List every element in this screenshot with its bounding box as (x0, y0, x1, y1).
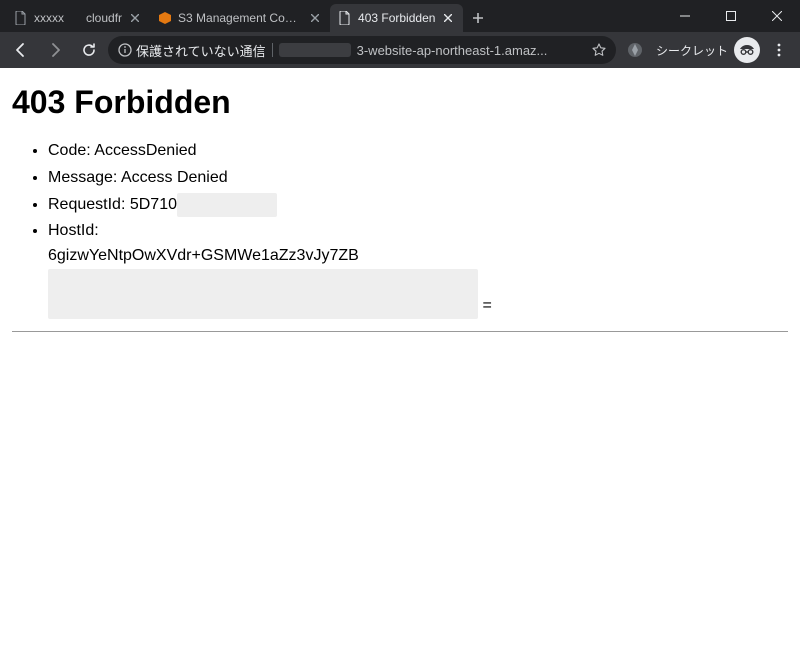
code-label: Code: (48, 142, 91, 159)
back-button[interactable] (6, 35, 36, 65)
requestid-redacted: XXXXXXXXXXXX (177, 193, 277, 218)
tab-label-redacted: xxxxx (34, 11, 80, 25)
page-content: 403 Forbidden Code: AccessDenied Message… (0, 68, 800, 650)
hostid-trailing: = (482, 297, 491, 314)
tab-2[interactable]: S3 Management Conso (150, 4, 330, 32)
close-icon[interactable] (308, 11, 322, 25)
bookmark-star-icon[interactable] (592, 43, 606, 57)
file-icon (14, 11, 28, 25)
tab-label: cloudfr (86, 11, 122, 25)
url-redacted: xxxxxxxxx (279, 43, 351, 57)
browser-window: xxxxx cloudfr S3 Management Conso (0, 0, 800, 650)
tab-3-active[interactable]: 403 Forbidden (330, 4, 463, 32)
maximize-button[interactable] (708, 0, 754, 32)
close-icon[interactable] (441, 11, 455, 25)
info-icon (118, 43, 132, 57)
close-window-button[interactable] (754, 0, 800, 32)
not-secure-label: 保護されていない通信 (136, 41, 266, 60)
reload-button[interactable] (74, 35, 104, 65)
requestid-label: RequestId: (48, 196, 125, 213)
list-item: Code: AccessDenied (48, 139, 788, 164)
separator (272, 43, 273, 57)
forward-button[interactable] (40, 35, 70, 65)
s3-icon (158, 11, 172, 25)
toolbar: 保護されていない通信 xxxxxxxxx 3-website-ap-northe… (0, 32, 800, 68)
tab-strip: xxxxx cloudfr S3 Management Conso (0, 0, 662, 32)
extension-icon[interactable] (620, 35, 650, 65)
minimize-button[interactable] (662, 0, 708, 32)
incognito-icon[interactable] (734, 37, 760, 63)
error-details-list: Code: AccessDenied Message: Access Denie… (48, 139, 788, 319)
hostid-redacted: XXXXXXXXXXXXXXXXXXXXXXXXXXXXXXXXXXXXXXXX… (48, 269, 478, 319)
list-item: HostId: 6gizwYeNtpOwXVdr+GSMWe1aZz3vJy7Z… (48, 219, 788, 318)
not-secure-indicator[interactable]: 保護されていない通信 (118, 41, 266, 60)
requestid-value: 5D710 (130, 196, 177, 213)
window-controls (662, 0, 800, 32)
message-value: Access Denied (121, 169, 228, 186)
hostid-value: 6gizwYeNtpOwXVdr+GSMWe1aZz3vJy7ZB (48, 247, 359, 264)
file-icon (338, 11, 352, 25)
titlebar: xxxxx cloudfr S3 Management Conso (0, 0, 800, 32)
menu-button[interactable] (764, 35, 794, 65)
list-item: Message: Access Denied (48, 166, 788, 191)
tab-label: 403 Forbidden (358, 11, 435, 25)
new-tab-button[interactable] (465, 5, 491, 31)
page-title: 403 Forbidden (12, 84, 788, 121)
url-visible: 3-website-ap-northeast-1.amaz... (357, 43, 548, 58)
hostid-label: HostId: (48, 222, 99, 239)
address-bar[interactable]: 保護されていない通信 xxxxxxxxx 3-website-ap-northe… (108, 36, 616, 64)
close-icon[interactable] (128, 11, 142, 25)
horizontal-rule (12, 331, 788, 332)
tab-label: S3 Management Conso (178, 11, 302, 25)
message-label: Message: (48, 169, 117, 186)
code-value: AccessDenied (94, 142, 196, 159)
list-item: RequestId: 5D710XXXXXXXXXXXX (48, 193, 788, 218)
incognito-label: シークレット (654, 42, 730, 59)
tab-1[interactable]: xxxxx cloudfr (6, 4, 150, 32)
